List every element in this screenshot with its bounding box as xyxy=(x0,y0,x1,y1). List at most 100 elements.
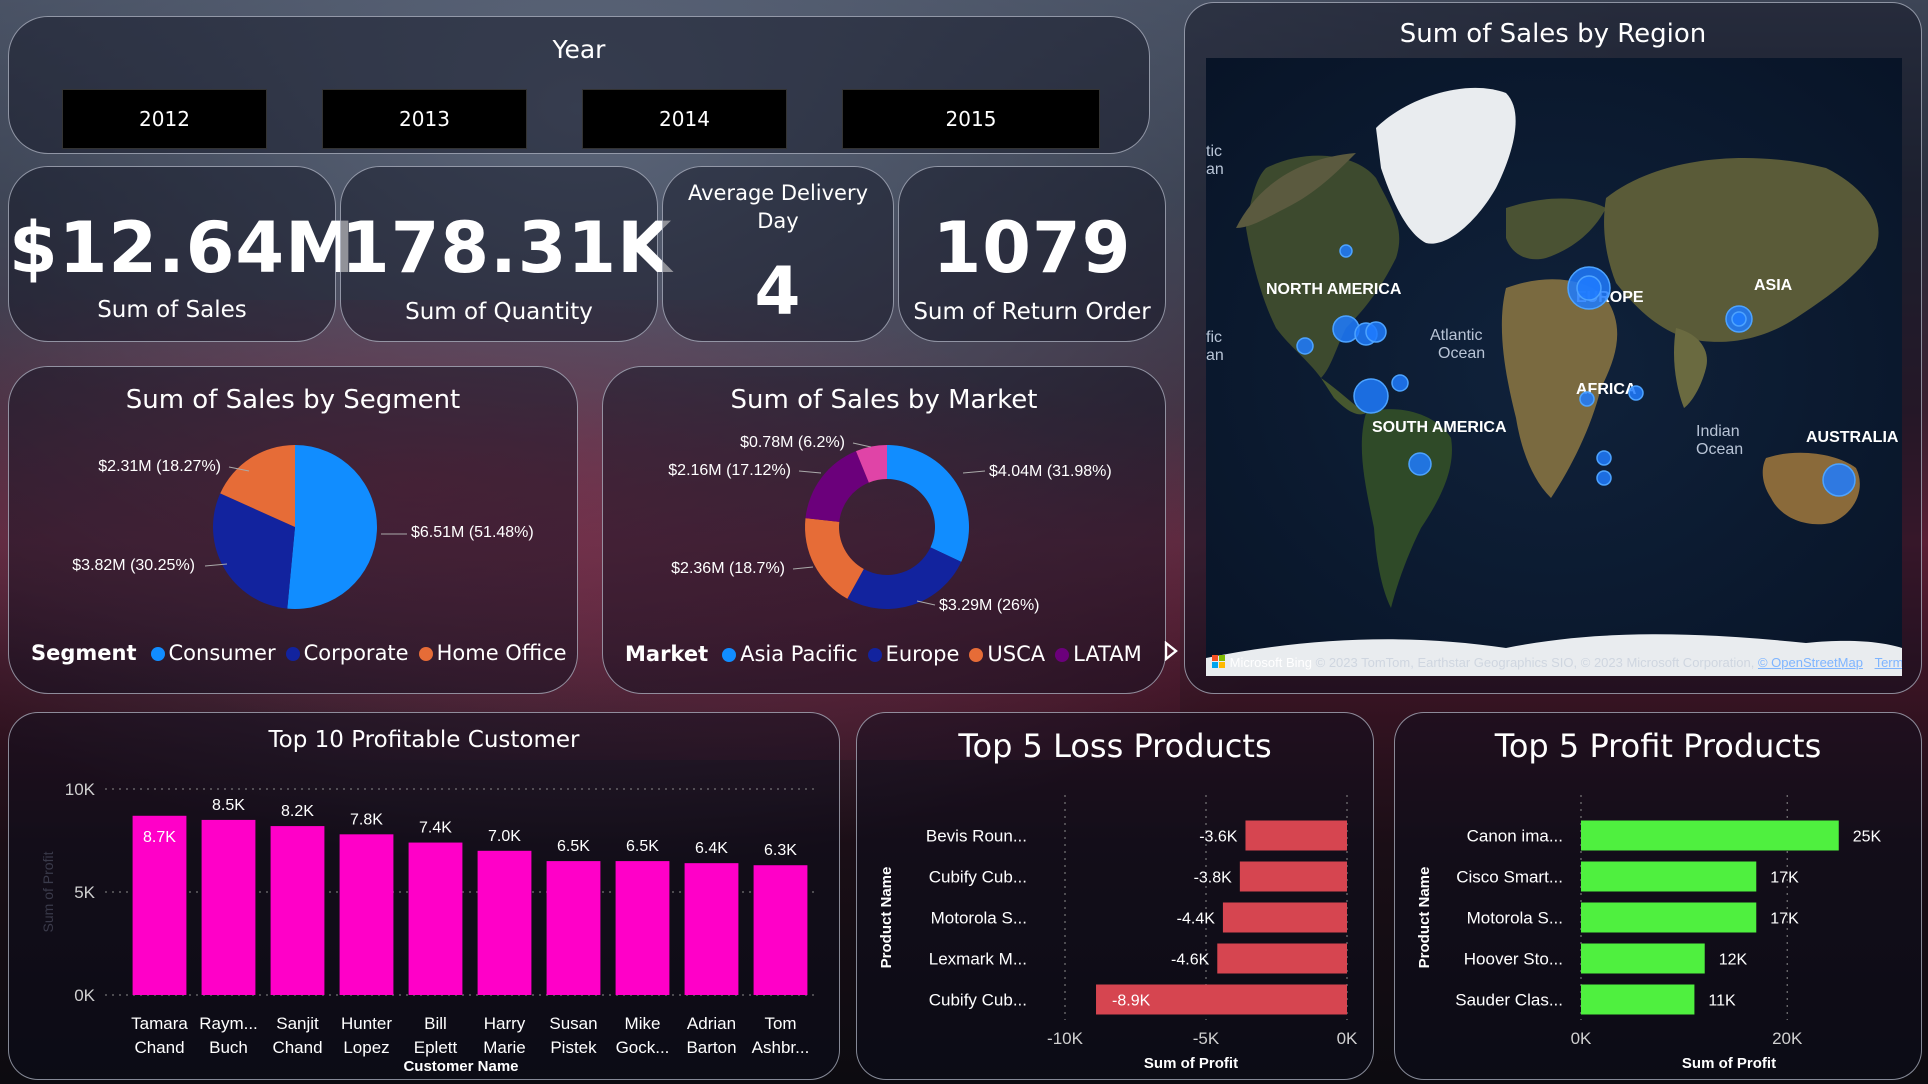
customer-bar[interactable] xyxy=(684,863,739,995)
customer-bar[interactable] xyxy=(546,861,601,995)
market-legend: Market Asia Pacific Europe USCA LATAM xyxy=(625,640,1178,666)
customer-bar[interactable] xyxy=(477,850,532,995)
x-category-label: Barton xyxy=(686,1038,736,1057)
donut-data-label: $0.78M (6.2%) xyxy=(740,434,845,451)
kpi-sales-value: $12.64M xyxy=(9,207,356,289)
legend-dot xyxy=(285,647,300,661)
product-bar[interactable] xyxy=(1581,943,1705,974)
pie-data-label: $3.82M (30.25%) xyxy=(72,557,195,574)
map-bubble[interactable] xyxy=(1576,275,1602,301)
segment-legend-title: Segment xyxy=(31,641,137,665)
y-category-label: Lexmark M... xyxy=(929,950,1027,969)
bar-data-label: 12K xyxy=(1719,952,1748,969)
donut-leader-line xyxy=(798,470,822,474)
world-map[interactable]: NORTH AMERICA EUROPE ASIA AFRICA SOUTH A… xyxy=(1206,58,1902,676)
legend-item-home-office[interactable]: Home Office xyxy=(418,641,567,665)
legend-item-corporate[interactable]: Corporate xyxy=(285,641,409,665)
map-bubble[interactable] xyxy=(1365,321,1387,343)
map-title: Sum of Sales by Region xyxy=(1399,19,1707,49)
y-axis-title: Product Name xyxy=(878,867,895,969)
bar-data-label: 17K xyxy=(1770,911,1799,928)
map-label-edge-1: tic xyxy=(1206,143,1222,160)
legend-item-asia-pacific[interactable]: Asia Pacific xyxy=(722,642,858,666)
donut-slice-asia-pacific[interactable] xyxy=(887,445,969,562)
year-option-2015[interactable]: 2015 xyxy=(842,89,1100,149)
triangle-right-icon[interactable] xyxy=(1164,640,1178,666)
map-label-edge-2: an xyxy=(1206,161,1224,178)
year-slicer-title: Year xyxy=(552,35,606,64)
customer-bar[interactable] xyxy=(615,861,670,995)
legend-item-usca[interactable]: USCA xyxy=(969,642,1045,666)
segment-chart-title: Sum of Sales by Segment xyxy=(125,385,461,415)
x-tick-label: 0K xyxy=(1337,1029,1358,1048)
customers-chart-title: Top 10 Profitable Customer xyxy=(268,727,580,753)
y-axis-title: Sum of Profit xyxy=(40,851,56,932)
bar-data-label: 11K xyxy=(1708,993,1736,1010)
market-chart-title: Sum of Sales by Market xyxy=(730,385,1038,415)
bar-data-label: 8.7K xyxy=(143,829,176,846)
year-option-2014[interactable]: 2014 xyxy=(582,89,787,149)
map-bubble[interactable] xyxy=(1408,452,1432,476)
map-bubble[interactable] xyxy=(1628,385,1644,401)
bar-data-label: 6.5K xyxy=(626,838,659,855)
product-bar[interactable] xyxy=(1581,861,1757,892)
donut-data-label: $4.04M (31.98%) xyxy=(989,463,1112,480)
map-bubble[interactable] xyxy=(1596,450,1612,466)
customer-bar[interactable] xyxy=(339,834,394,995)
y-category-label: Cubify Cub... xyxy=(929,868,1027,887)
product-bar[interactable] xyxy=(1239,861,1347,892)
kpi-returns-value: 1079 xyxy=(932,207,1132,289)
kpi-sales-card: $12.64M Sum of Sales xyxy=(8,166,356,342)
product-bar[interactable] xyxy=(1217,943,1347,974)
year-slicer: Year 2012 2013 2014 2015 xyxy=(8,16,1150,154)
customer-bar[interactable] xyxy=(753,865,808,995)
map-bubble[interactable] xyxy=(1296,337,1314,355)
map-bubble[interactable] xyxy=(1822,463,1856,497)
customer-bar[interactable] xyxy=(408,842,463,995)
world-map-svg: NORTH AMERICA EUROPE ASIA AFRICA SOUTH A… xyxy=(1206,58,1902,676)
legend-item-consumer[interactable]: Consumer xyxy=(150,641,276,665)
map-attribution: Microsoft Bing © 2023 TomTom, Earthstar … xyxy=(1212,655,1902,670)
map-bubble[interactable] xyxy=(1731,311,1747,327)
product-bar[interactable] xyxy=(1581,902,1757,933)
y-tick-label: 5K xyxy=(74,883,95,902)
legend-dot xyxy=(418,647,433,661)
product-bar[interactable] xyxy=(1245,820,1347,851)
openstreetmap-link[interactable]: © OpenStreetMap xyxy=(1758,655,1863,670)
customers-chart-panel: Top 10 Profitable Customer 10K 5K 0K Sum of… xyxy=(8,712,840,1080)
microsoft-logo-icon xyxy=(1212,655,1225,668)
pie-slice-consumer[interactable] xyxy=(287,445,377,609)
market-legend-title: Market xyxy=(625,641,709,666)
donut-slice-latam[interactable] xyxy=(805,451,869,522)
map-bubble[interactable] xyxy=(1339,244,1353,258)
bar-data-label: 7.8K xyxy=(350,811,383,828)
x-category-label: Bill xyxy=(424,1014,447,1033)
customer-bar[interactable] xyxy=(270,826,325,995)
map-bubble[interactable] xyxy=(1353,378,1389,414)
legend-label: USCA xyxy=(987,641,1046,666)
year-option-2013[interactable]: 2013 xyxy=(322,89,527,149)
legend-item-latam[interactable]: LATAM xyxy=(1055,642,1142,666)
y-tick-label: 10K xyxy=(65,780,96,799)
product-bar[interactable] xyxy=(1581,984,1695,1015)
map-terms-link[interactable]: Terms xyxy=(1875,655,1902,670)
map-label-indian-2: Ocean xyxy=(1696,441,1743,458)
donut-data-label: $2.16M (17.12%) xyxy=(668,462,791,479)
kpi-quantity-value: 178.31K xyxy=(341,207,673,289)
map-bubble[interactable] xyxy=(1391,374,1409,392)
map-bubble[interactable] xyxy=(1596,470,1612,486)
x-category-label: Susan xyxy=(549,1014,597,1033)
map-bubble[interactable] xyxy=(1579,391,1595,407)
x-category-label: Ashbr... xyxy=(752,1038,810,1057)
donut-data-label: $2.36M (18.7%) xyxy=(671,560,785,577)
y-category-label: Cisco Smart... xyxy=(1456,868,1563,887)
year-option-2012[interactable]: 2012 xyxy=(62,89,267,149)
legend-item-europe[interactable]: Europe xyxy=(867,642,959,666)
bar-data-label: -8.9K xyxy=(1112,993,1151,1010)
product-bar[interactable] xyxy=(1581,820,1839,851)
product-bar[interactable] xyxy=(1222,902,1347,933)
customer-bar[interactable] xyxy=(201,819,256,995)
x-axis-title: Customer Name xyxy=(403,1058,518,1075)
map-label-asia: ASIA xyxy=(1754,277,1793,294)
y-category-label: Bevis Roun... xyxy=(926,827,1027,846)
